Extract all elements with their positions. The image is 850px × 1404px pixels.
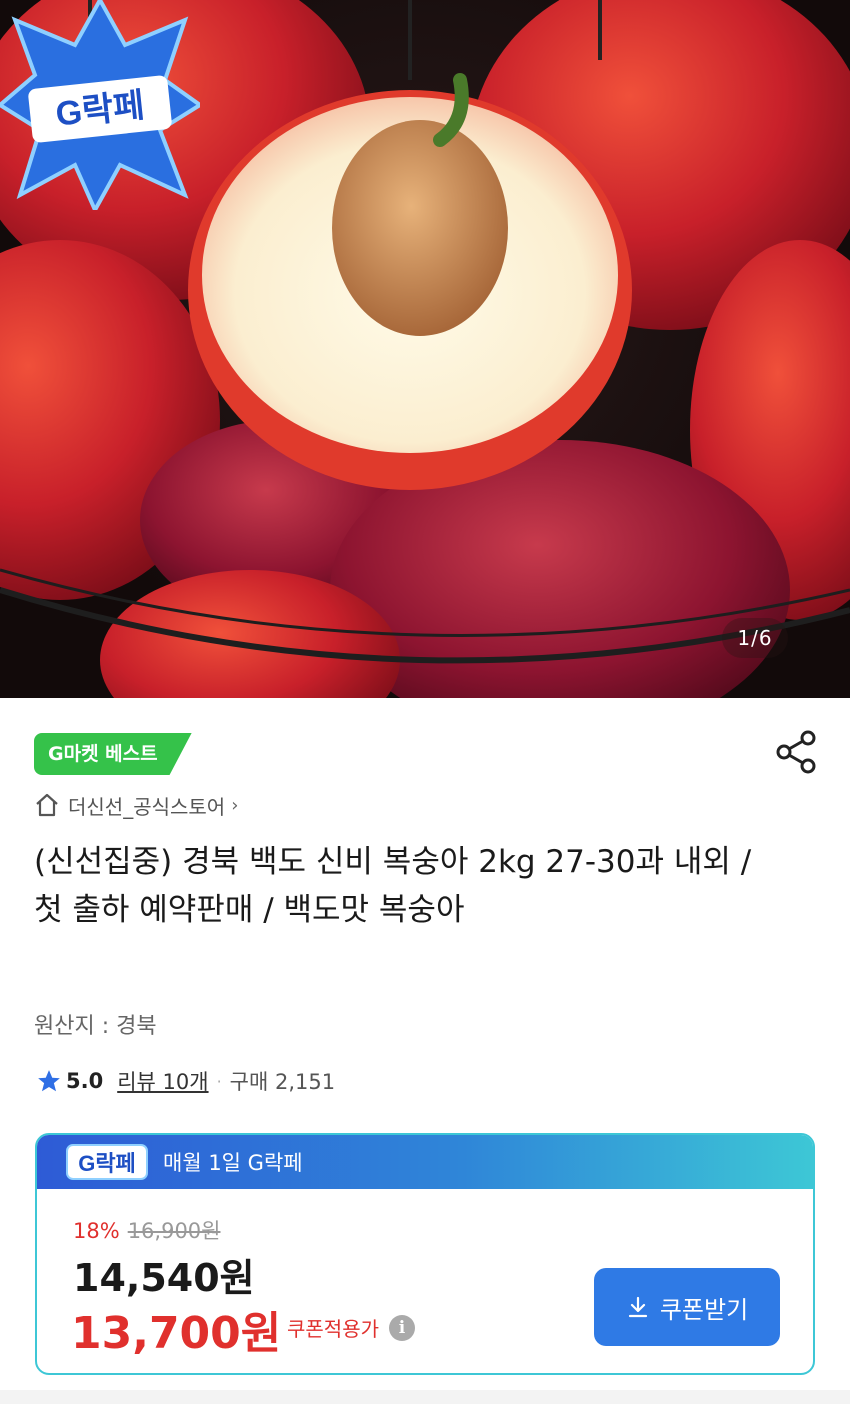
product-title: (신선집중) 경북 백도 신비 복숭아 2kg 27-30과 내외 / 첫 출하…: [34, 844, 752, 928]
coupon-note: 쿠폰적용가 i: [287, 1313, 415, 1342]
rating-row: 5.0 리뷰 10개 · 구매 2,151: [36, 1066, 335, 1096]
share-button[interactable]: [770, 728, 824, 776]
deal-header: G락페 매월 1일 G락페: [37, 1135, 813, 1189]
info-icon[interactable]: i: [389, 1314, 415, 1341]
glak-badge: G락페: [0, 0, 200, 210]
origin-text: 원산지 : 경북: [34, 1014, 157, 1039]
share-icon: [776, 730, 816, 774]
star-icon: [38, 1070, 60, 1092]
discount-rate: 18%: [73, 1219, 120, 1243]
rating-score: 5.0: [66, 1069, 104, 1093]
coupon-download-button[interactable]: 쿠폰받기: [594, 1268, 780, 1346]
discount-row: 18% 16,900원: [73, 1215, 221, 1245]
chevron-right-icon: ›: [231, 794, 239, 816]
coupon-button-label: 쿠폰받기: [659, 1295, 749, 1324]
sale-price: 14,540원: [73, 1256, 255, 1300]
section-divider: [0, 1390, 850, 1404]
download-icon: [628, 1296, 647, 1318]
deal-header-text: 매월 1일 G락페: [163, 1151, 303, 1175]
svg-text:G락페: G락페: [78, 1151, 136, 1176]
separator-dot: ·: [216, 1071, 222, 1091]
coupon-note-label: 쿠폰적용가: [287, 1317, 379, 1341]
coupon-price: 13,700원: [71, 1308, 282, 1359]
store-name: 더신선_공식스토어: [68, 794, 226, 819]
image-counter: 1/6: [722, 618, 788, 658]
product-image[interactable]: G락페 1/6: [0, 0, 850, 698]
store-link[interactable]: 더신선_공식스토어 ›: [34, 790, 238, 820]
best-badge: G마켓 베스트: [34, 733, 192, 775]
original-price: 16,900원: [127, 1219, 221, 1243]
home-icon: [36, 793, 58, 817]
review-link[interactable]: 리뷰 10개: [117, 1066, 208, 1096]
glak-logo: G락페: [66, 1144, 148, 1180]
purchase-count: 구매 2,151: [229, 1070, 336, 1094]
deal-card: G락페 매월 1일 G락페 18% 16,900원 14,540원 13,700…: [35, 1133, 815, 1375]
